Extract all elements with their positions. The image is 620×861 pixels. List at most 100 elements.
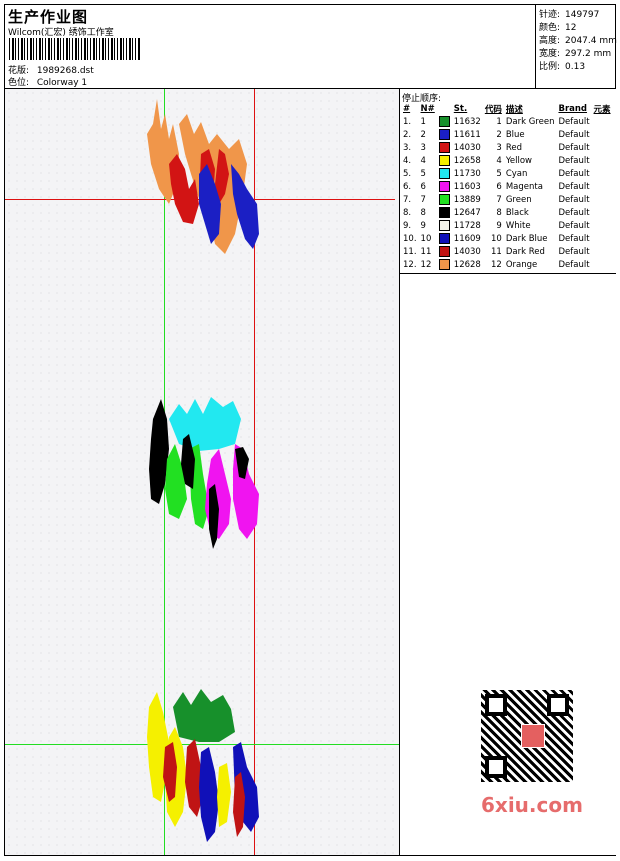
row-brand: Default: [558, 246, 590, 257]
table-row: 2. 2 11611 2 Blue Default: [401, 128, 613, 141]
color-swatch: [437, 232, 452, 245]
col-header: N#: [420, 103, 435, 114]
row-description: Dark Blue: [505, 233, 548, 244]
col-header: 元素: [593, 104, 611, 115]
row-code: 5: [496, 168, 502, 179]
row-needle: 4: [420, 155, 426, 166]
watermark: 6xiu.com: [481, 793, 583, 817]
colorway-line: 色位: Colorway 1: [8, 75, 87, 88]
row-description: Red: [505, 142, 522, 153]
col-header: Brand: [558, 103, 588, 114]
row-element: [592, 219, 613, 232]
table-row: 6. 6 11603 6 Magenta Default: [401, 180, 613, 193]
row-stitches: 11728: [453, 220, 481, 231]
stat-value: 0.13: [565, 62, 586, 72]
stat-colors: 颜色: 12: [539, 20, 576, 33]
table-header-row: # N# St. 代码 描述 Brand 元素: [401, 102, 613, 115]
row-element: [592, 245, 613, 258]
stat-label: 针迹:: [539, 10, 561, 20]
stat-scale: 比例: 0.13: [539, 59, 585, 72]
row-description: Green: [505, 194, 532, 205]
row-stitches: 13889: [453, 194, 481, 205]
row-element: [592, 206, 613, 219]
color-swatch-box: [438, 116, 450, 127]
row-stitches: 12628: [453, 259, 481, 270]
color-swatch: [437, 115, 452, 128]
row-description: Blue: [505, 129, 525, 140]
row-stitches: 12658: [453, 155, 481, 166]
table-row: 12. 12 12628 12 Orange Default: [401, 258, 613, 271]
table-row: 3. 3 14030 3 Red Default: [401, 141, 613, 154]
table-row: 4. 4 12658 4 Yellow Default: [401, 154, 613, 167]
color-swatch: [437, 206, 452, 219]
table-row: 1. 1 11632 1 Dark Green Default: [401, 115, 613, 128]
row-description: Cyan: [505, 168, 528, 179]
row-number: 1.: [403, 116, 412, 127]
row-description: Magenta: [505, 181, 543, 192]
color-swatch-box: [438, 181, 450, 192]
col-header: 描述: [505, 104, 523, 115]
row-brand: Default: [558, 194, 590, 205]
stitch-region-magenta: [205, 449, 231, 539]
row-stitches: 12647: [453, 207, 481, 218]
stat-label: 比例:: [539, 62, 561, 72]
stat-value: 12: [565, 23, 577, 33]
design-block-bottom: [139, 687, 263, 855]
row-number: 2.: [403, 129, 412, 140]
stitch-region-dark-green: [173, 689, 235, 742]
row-needle: 9: [420, 220, 426, 231]
row-brand: Default: [558, 168, 590, 179]
table-row: 7. 7 13889 7 Green Default: [401, 193, 613, 206]
row-element: [592, 193, 613, 206]
row-stitches: 11603: [453, 181, 481, 192]
stat-label: 宽度:: [539, 49, 561, 59]
row-needle: 12: [420, 259, 432, 270]
colorway-label: 色位:: [8, 78, 30, 88]
design-preview-canvas: [5, 89, 399, 855]
color-swatch: [437, 128, 452, 141]
color-swatch-box: [438, 194, 450, 205]
table-row: 9. 9 11728 9 White Default: [401, 219, 613, 232]
row-description: Dark Red: [505, 246, 545, 257]
row-brand: Default: [558, 129, 590, 140]
row-brand: Default: [558, 116, 590, 127]
stitch-region-cyan: [169, 397, 241, 451]
row-stitches: 14030: [453, 142, 481, 153]
studio-name: Wilcom(汇宏) 绣饰工作室: [8, 28, 114, 38]
panel-divider: [400, 273, 616, 274]
row-element: [592, 180, 613, 193]
row-element: [592, 128, 613, 141]
row-description: White: [505, 220, 531, 231]
row-brand: Default: [558, 142, 590, 153]
row-element: [592, 141, 613, 154]
row-number: 11.: [403, 246, 417, 257]
color-swatch-box: [438, 129, 450, 140]
row-code: 2: [496, 129, 502, 140]
col-header: #: [403, 103, 411, 114]
row-brand: Default: [558, 181, 590, 192]
stat-value: 297.2 mm: [565, 49, 612, 59]
row-code: 1: [496, 116, 502, 127]
row-number: 10.: [403, 233, 417, 244]
row-description: Orange: [505, 259, 538, 270]
stat-height: 高度: 2047.4 mm: [539, 33, 617, 46]
row-element: [592, 258, 613, 271]
design-block-middle: [139, 389, 263, 559]
row-needle: 10: [420, 233, 432, 244]
design-block-top: [139, 94, 263, 264]
col-header: 代码: [484, 104, 502, 115]
table-row: 11. 11 14030 11 Dark Red Default: [401, 245, 613, 258]
qr-pattern: [481, 690, 573, 782]
stat-label: 高度:: [539, 36, 561, 46]
col-header: St.: [453, 103, 468, 114]
row-code: 8: [496, 207, 502, 218]
production-worksheet: 生产作业图 Wilcom(汇宏) 绣饰工作室 花版: 1989268.dst 色…: [4, 4, 617, 856]
row-stitches: 14030: [453, 246, 481, 257]
row-needle: 11: [420, 246, 432, 257]
row-description: Yellow: [505, 155, 533, 166]
qr-stamp: [521, 724, 545, 748]
color-swatch: [437, 245, 452, 258]
color-swatch-box: [438, 142, 450, 153]
color-swatch-box: [438, 207, 450, 218]
embroidery-preview-middle: [149, 397, 259, 549]
